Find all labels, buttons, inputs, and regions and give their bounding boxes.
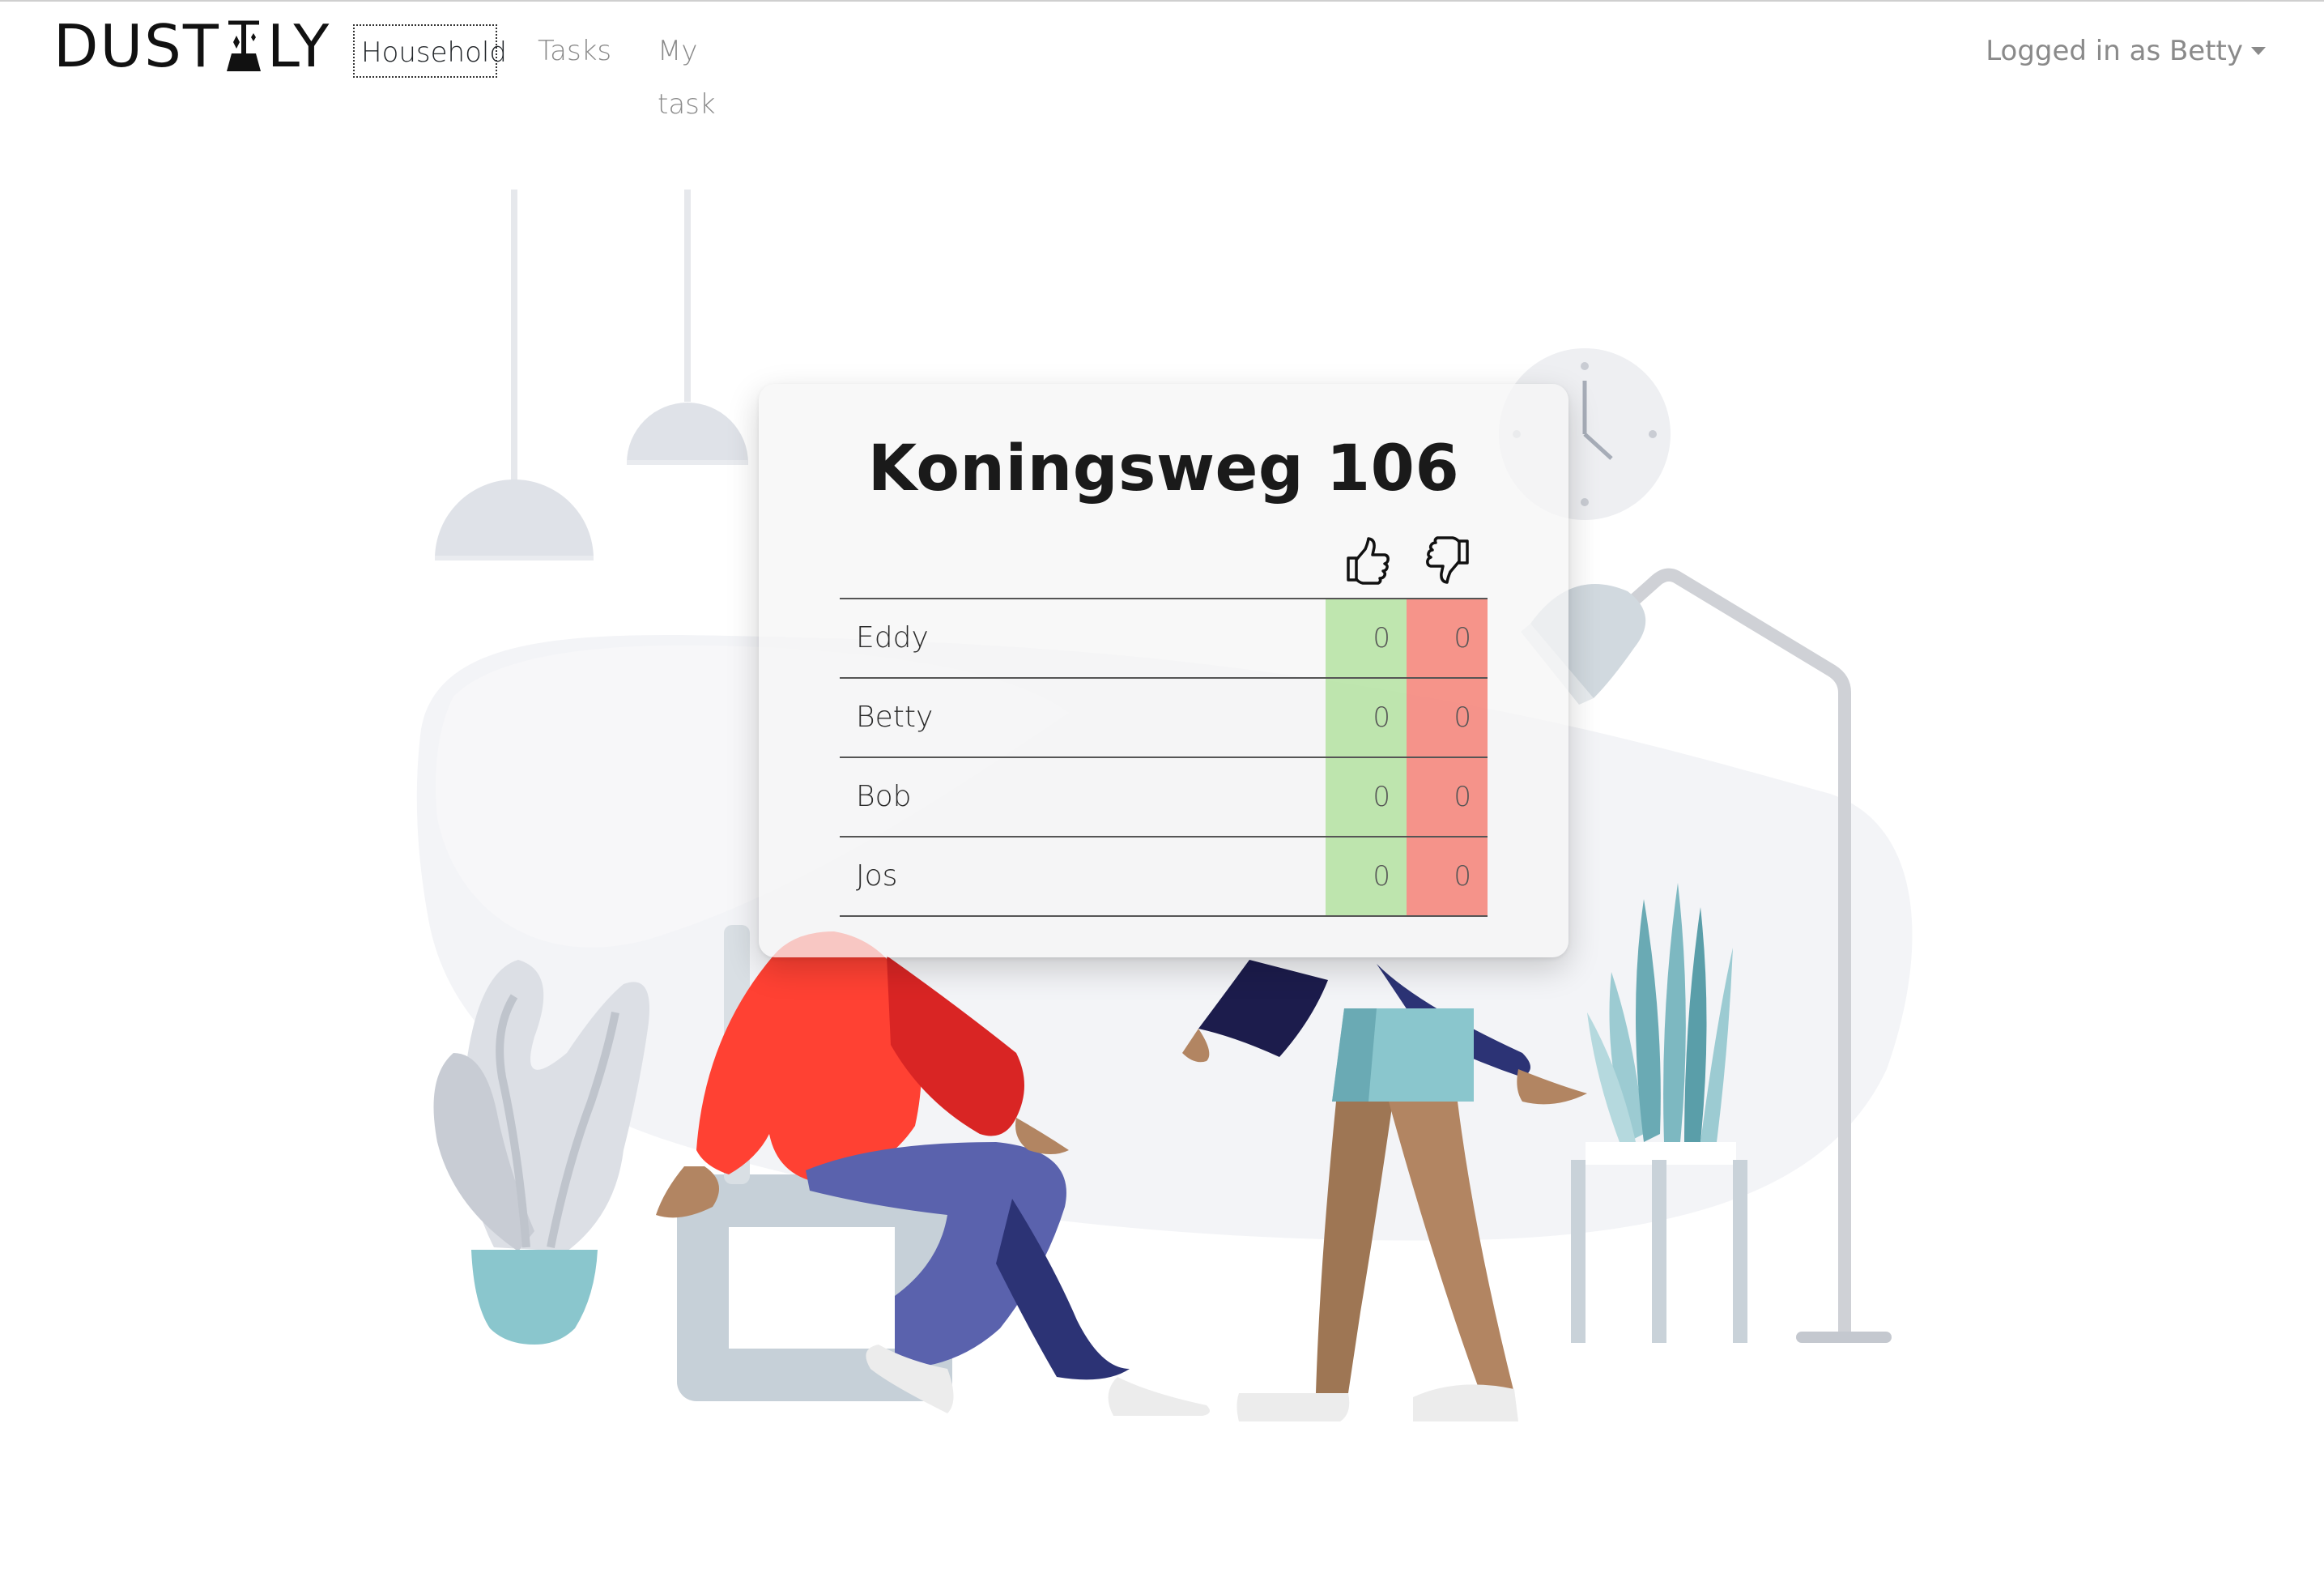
thumbs-down-count[interactable]: 0 bbox=[1407, 837, 1488, 915]
brand-text-end: LY bbox=[266, 12, 331, 80]
member-name: Jos bbox=[856, 859, 898, 893]
pendant-lamp-left bbox=[435, 190, 594, 560]
members-table: Eddy 0 0 Betty 0 0 Bob 0 0 Jos 0 0 bbox=[840, 598, 1488, 917]
member-name: Eddy bbox=[856, 621, 929, 654]
top-navbar: DUST LY Household Tasks My task Logged i… bbox=[0, 0, 2324, 121]
thumbs-up-count[interactable]: 0 bbox=[1326, 758, 1407, 836]
thumbs-up-count[interactable]: 0 bbox=[1326, 599, 1407, 677]
brand-logo[interactable]: DUST LY bbox=[53, 10, 330, 83]
table-row: Jos 0 0 bbox=[840, 836, 1488, 917]
household-title: Koningsweg 106 bbox=[867, 433, 1460, 505]
nav-household[interactable]: Household bbox=[353, 24, 507, 78]
user-menu-dropdown[interactable]: Logged in as Betty bbox=[1986, 24, 2266, 78]
thumbs-down-count[interactable]: 0 bbox=[1407, 599, 1488, 677]
member-name: Betty bbox=[856, 701, 934, 734]
caret-down-icon bbox=[2251, 47, 2266, 55]
thumbs-down-count[interactable]: 0 bbox=[1407, 758, 1488, 836]
brand-text-start: DUST bbox=[53, 12, 220, 80]
table-row: Bob 0 0 bbox=[840, 757, 1488, 836]
thumbs-up-count[interactable]: 0 bbox=[1326, 679, 1407, 757]
pendant-lamp-right bbox=[627, 190, 748, 465]
broom-icon bbox=[226, 20, 261, 71]
thumbs-down-count[interactable]: 0 bbox=[1407, 679, 1488, 757]
table-row: Eddy 0 0 bbox=[840, 598, 1488, 677]
user-menu-label: Logged in as Betty bbox=[1986, 35, 2243, 67]
table-row: Betty 0 0 bbox=[840, 677, 1488, 757]
nav-tasks[interactable]: Tasks bbox=[531, 24, 617, 78]
household-card: Koningsweg 106 Eddy 0 0 Betty 0 0 Bob 0 … bbox=[759, 384, 1568, 957]
thumbs-down-icon bbox=[1426, 536, 1469, 584]
member-name: Bob bbox=[856, 780, 912, 813]
thumbs-up-count[interactable]: 0 bbox=[1326, 837, 1407, 915]
thumbs-up-icon bbox=[1347, 537, 1390, 585]
nav-my-task[interactable]: My task bbox=[651, 24, 758, 121]
